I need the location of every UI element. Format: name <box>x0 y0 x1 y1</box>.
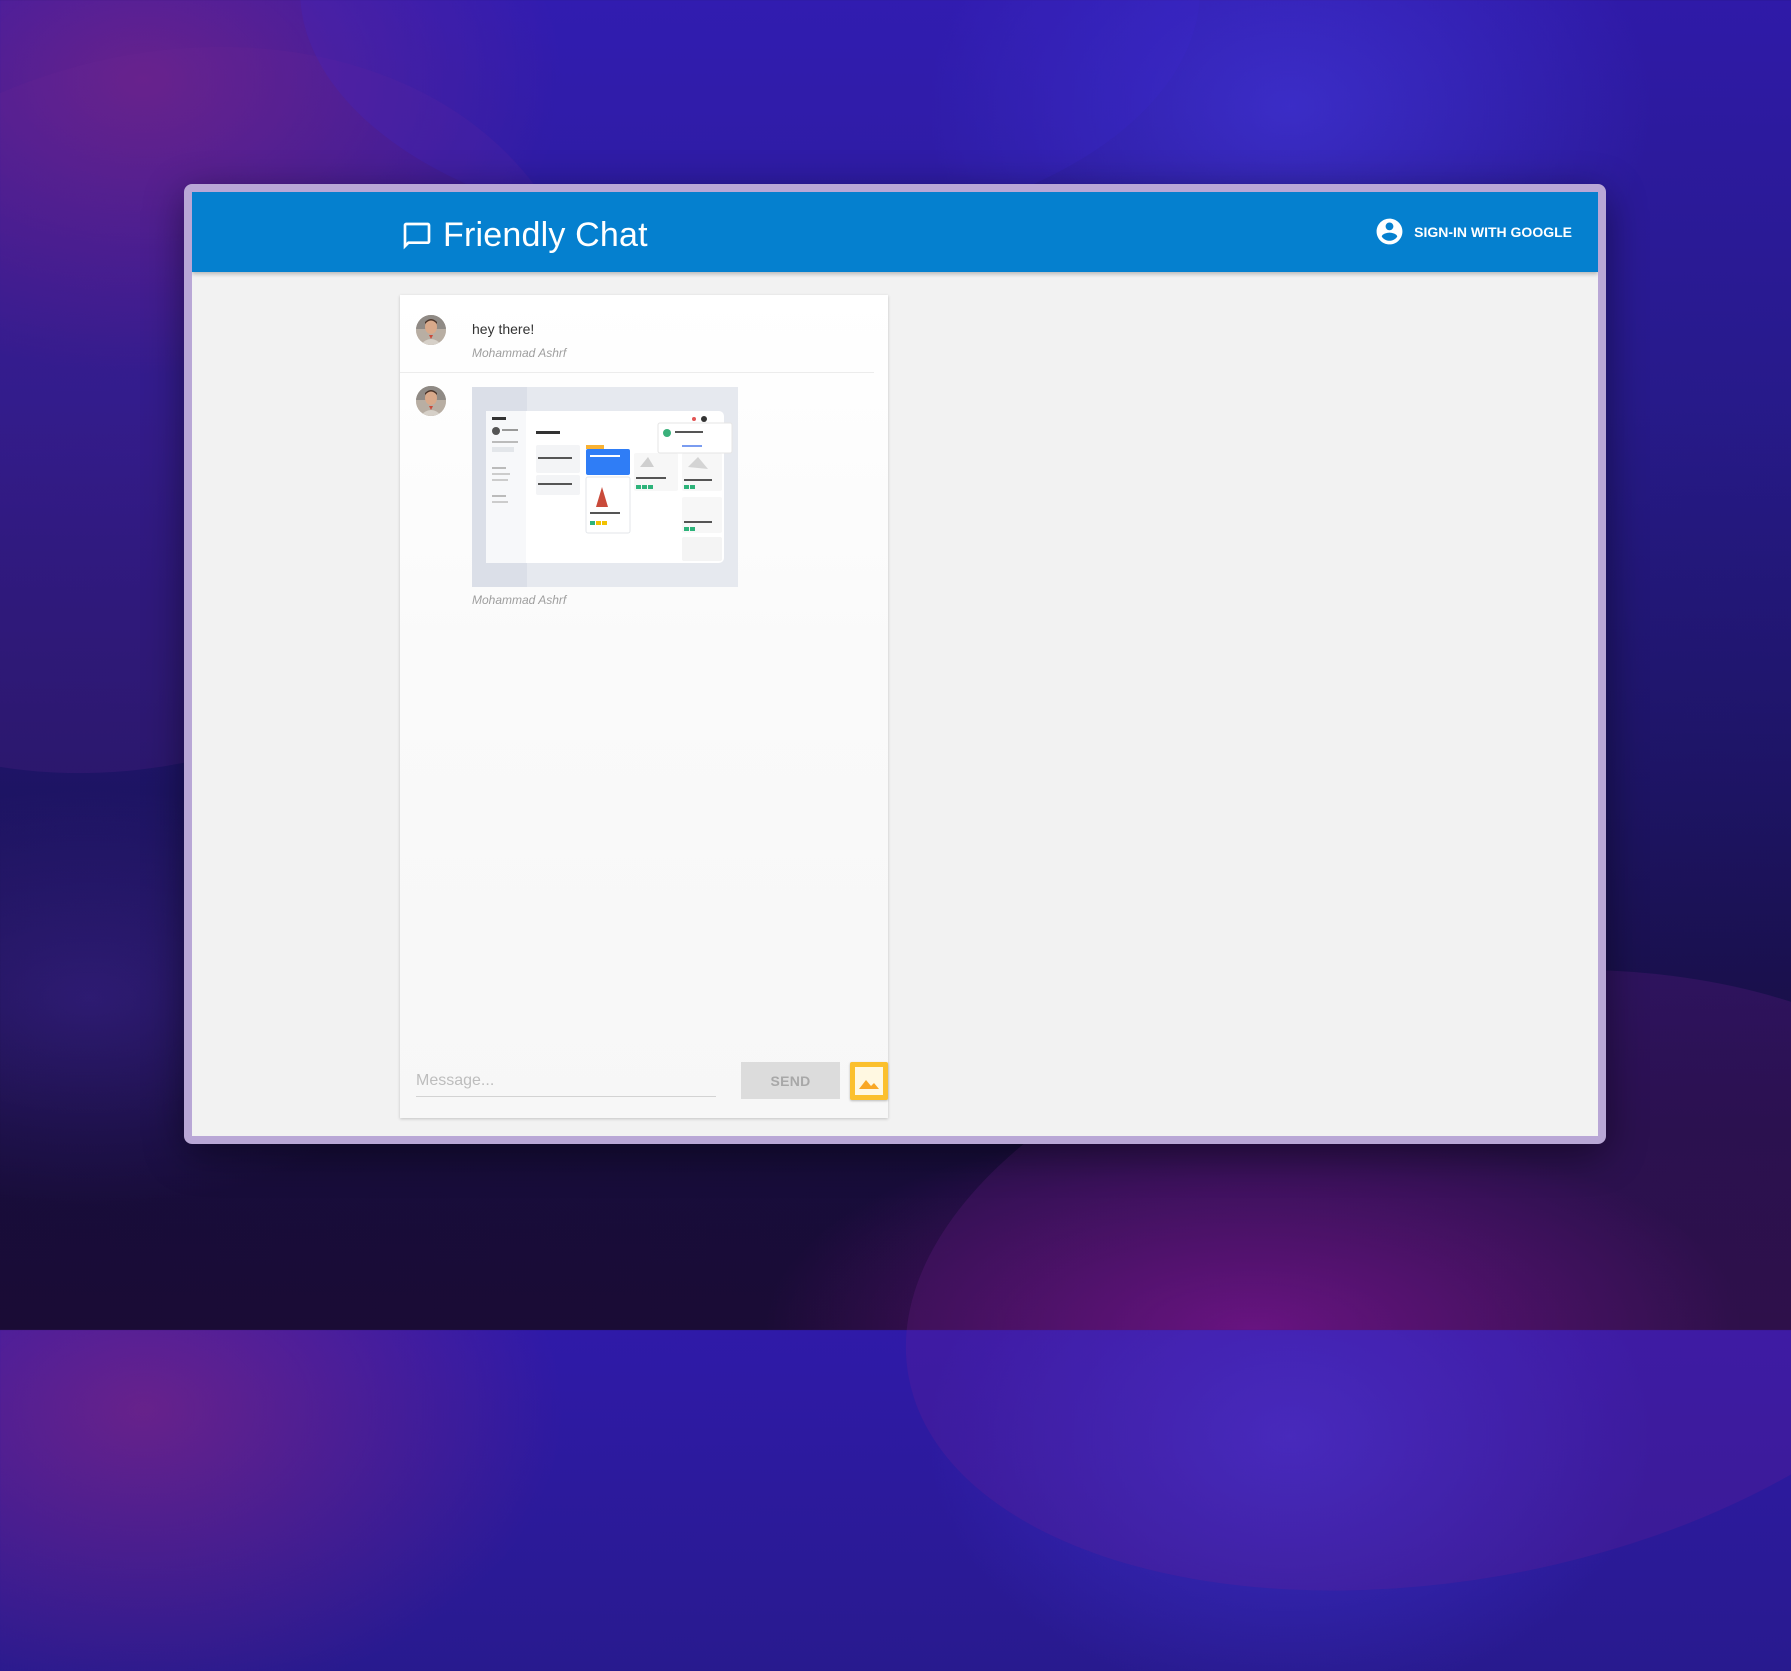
avatar <box>416 386 446 416</box>
app-title: Friendly Chat <box>443 216 648 254</box>
avatar <box>416 315 446 345</box>
message-item: hey there! Mohammad Ashrf <box>400 295 874 373</box>
message-author: Mohammad Ashrf <box>472 593 567 607</box>
message-input[interactable] <box>416 1066 716 1097</box>
app-container: Friendly Chat SIGN-IN WITH GOOGLE hey th… <box>192 192 1598 1136</box>
chat-bubble-icon <box>401 220 433 252</box>
sign-in-label: SIGN-IN WITH GOOGLE <box>1414 223 1572 240</box>
message-composer: SEND <box>416 1062 888 1100</box>
upload-image-button[interactable] <box>850 1062 888 1100</box>
message-item: Mohammad Ashrf <box>400 373 888 607</box>
message-text: hey there! <box>472 321 535 337</box>
account-circle-icon <box>1374 216 1405 247</box>
sign-in-button[interactable]: SIGN-IN WITH GOOGLE <box>1374 216 1572 247</box>
message-image[interactable] <box>472 387 738 587</box>
messages-card: hey there! Mohammad Ashrf Mohammad Ashrf… <box>400 295 888 1118</box>
app-header: Friendly Chat SIGN-IN WITH GOOGLE <box>192 192 1598 272</box>
app-window: Friendly Chat SIGN-IN WITH GOOGLE hey th… <box>184 184 1606 1144</box>
image-icon <box>855 1067 883 1095</box>
message-author: Mohammad Ashrf <box>472 346 567 360</box>
send-button[interactable]: SEND <box>741 1062 840 1099</box>
brand: Friendly Chat <box>401 216 648 255</box>
